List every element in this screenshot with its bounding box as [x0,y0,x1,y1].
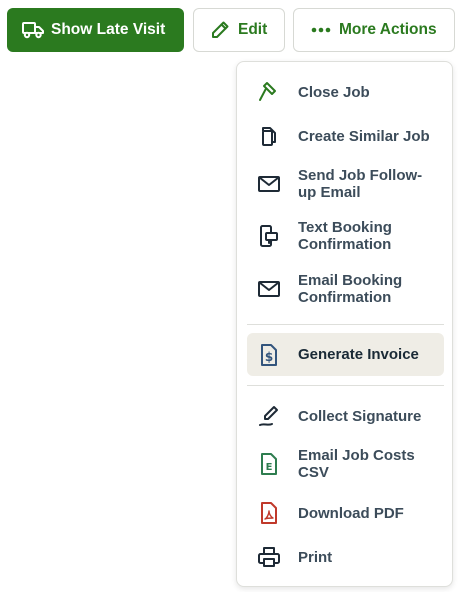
menu-item-close-job[interactable]: Close Job [247,72,444,112]
svg-text:$: $ [265,350,273,364]
menu-item-label: Download PDF [298,504,404,522]
menu-item-label: Collect Signature [298,407,422,425]
menu-item-label: Email Booking Confirmation [298,272,403,306]
menu-item-label: Create Similar Job [298,127,430,145]
ellipsis-icon [311,27,331,33]
phone-text-icon [257,224,281,248]
menu-item-text-booking-confirmation[interactable]: Text Booking Confirmation [247,212,444,260]
menu-item-label: Print [298,548,333,566]
menu-item-label: Close Job [298,83,370,101]
pdf-file-icon [257,501,281,525]
menu-item-send-follow-up-email[interactable]: Send Job Follow-up Email [247,160,444,208]
excel-file-icon: E [257,452,281,476]
truck-icon [22,21,44,39]
more-actions-button[interactable]: More Actions [293,8,455,52]
menu-item-email-job-costs-csv[interactable]: E Email Job Costs CSV [247,440,444,488]
menu-item-download-pdf[interactable]: Download PDF [247,493,444,533]
menu-item-collect-signature[interactable]: Collect Signature [247,396,444,436]
menu-item-label: Generate Invoice [298,346,419,363]
show-late-visit-label: Show Late Visit [51,21,166,38]
copy-icon [257,124,281,148]
menu-item-label: Send Job Follow-up Email [298,167,423,201]
menu-item-print[interactable]: Print [247,537,444,577]
invoice-icon: $ [257,343,281,367]
menu-item-label: Email Job Costs CSV [298,447,415,481]
edit-button[interactable]: Edit [193,8,285,52]
signature-pen-icon [257,404,281,428]
show-late-visit-button[interactable]: Show Late Visit [7,8,184,52]
menu-item-label: Text Booking Confirmation [298,219,392,253]
menu-item-generate-invoice[interactable]: $ Generate Invoice [247,333,444,376]
pencil-icon [210,20,230,40]
envelope-icon [257,277,281,301]
menu-item-create-similar-job[interactable]: Create Similar Job [247,116,444,156]
printer-icon [257,545,281,569]
svg-text:E: E [266,462,273,473]
menu-divider [247,385,444,386]
menu-divider [247,324,444,325]
hammer-icon [257,80,281,104]
more-actions-menu: Close Job Create Similar Job Send Job Fo… [236,61,453,587]
menu-item-email-booking-confirmation[interactable]: Email Booking Confirmation [247,265,444,313]
more-actions-label: More Actions [339,21,437,38]
edit-label: Edit [238,21,268,38]
envelope-icon [257,172,281,196]
